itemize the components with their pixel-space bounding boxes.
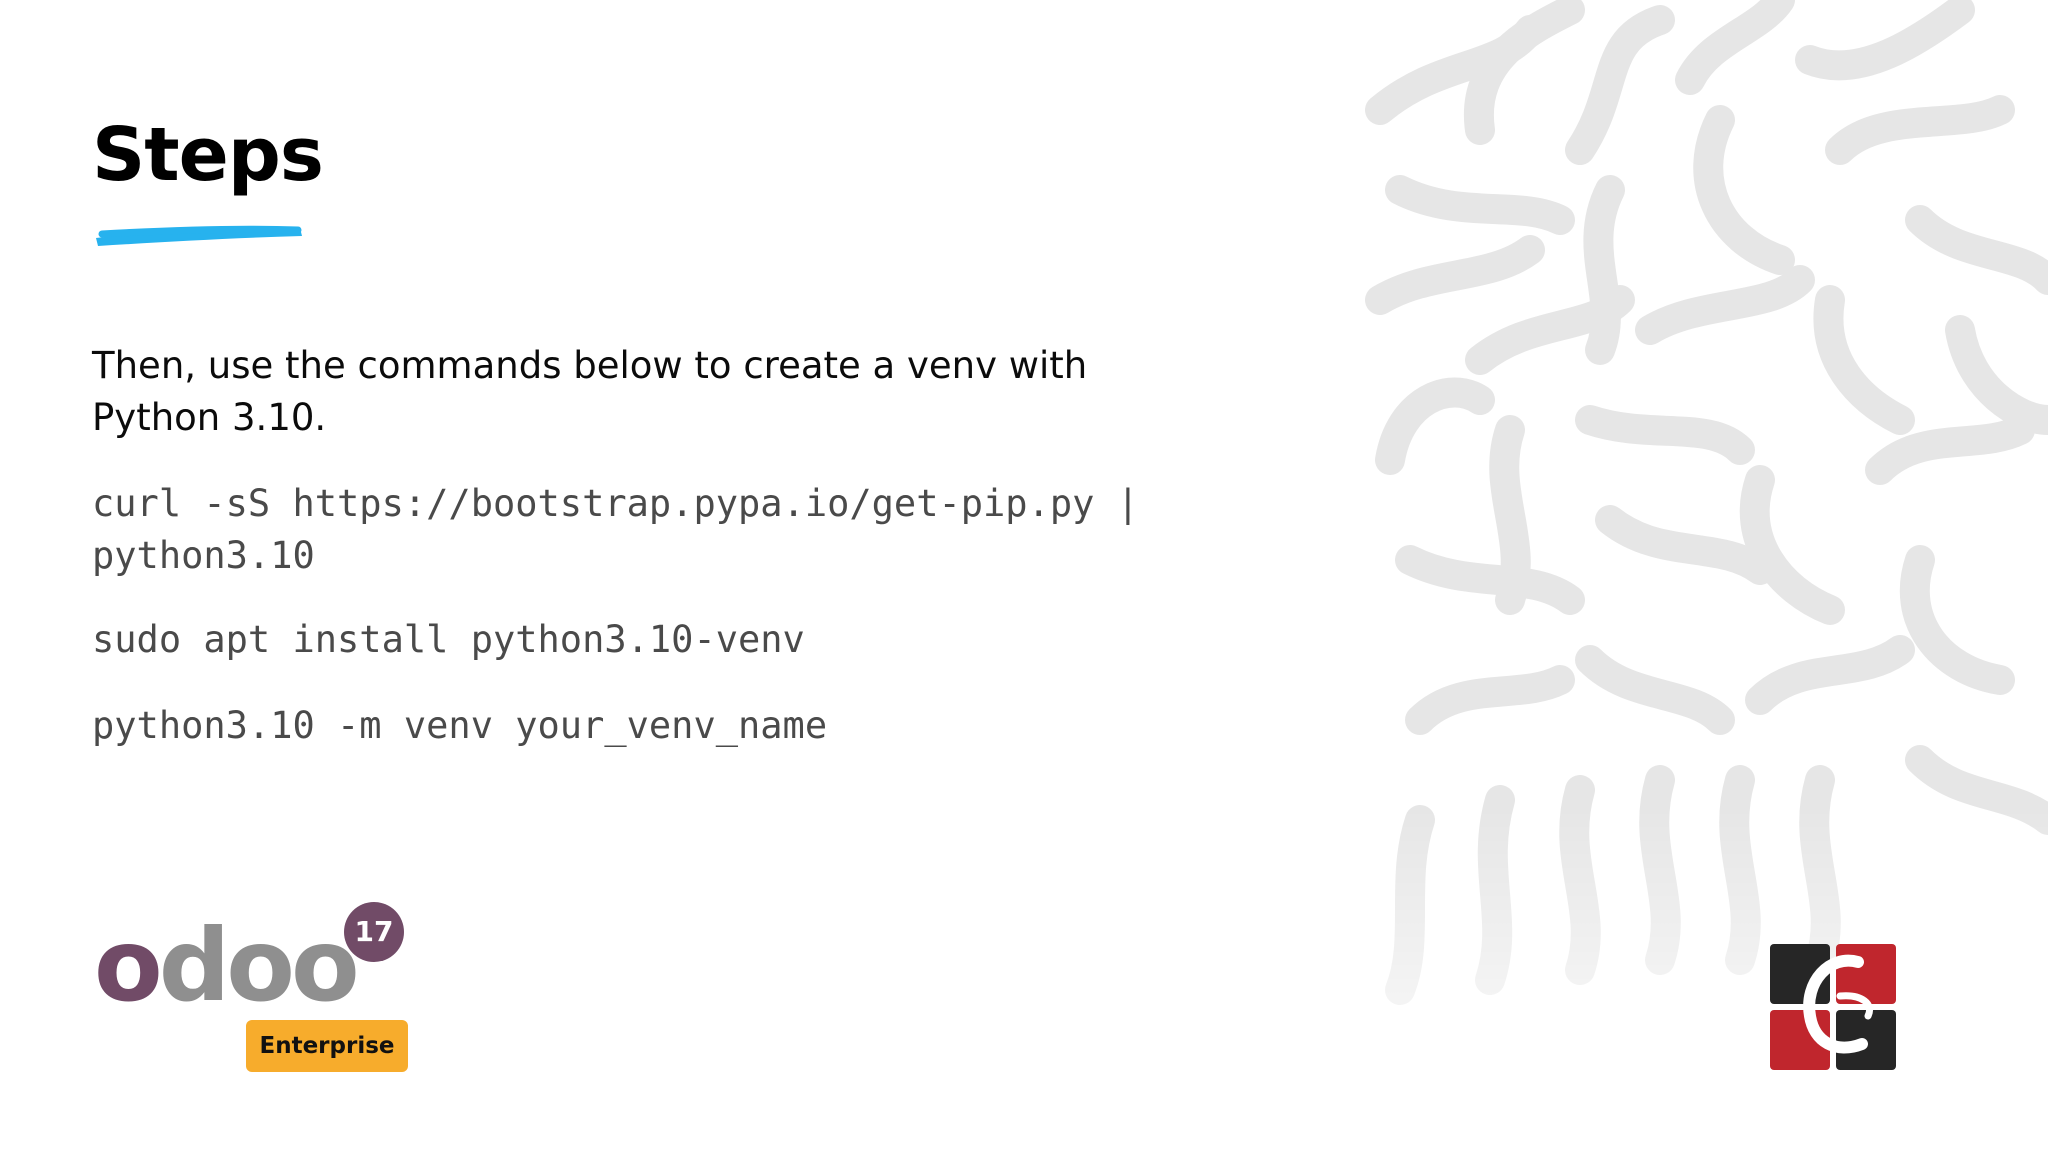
odoo-wordmark: odoo <box>94 916 360 1016</box>
enterprise-badge: Enterprise <box>246 1020 408 1072</box>
odoo-wordmark-text: odoo <box>94 907 360 1024</box>
command-line: python3.10 -m venv your_venv_name <box>92 704 828 747</box>
command-line: curl -sS https://bootstrap.pypa.io/get-p… <box>92 482 1162 577</box>
command-line: sudo apt install python3.10-venv <box>92 618 805 661</box>
odoo-logo: odoo 17 Enterprise <box>92 898 422 1078</box>
version-badge: 17 <box>344 902 404 962</box>
brush-underline-icon <box>96 225 302 246</box>
page-title: Steps <box>92 112 324 198</box>
intro-text: Then, use the commands below to create a… <box>92 344 1088 439</box>
brand-logo-icon <box>1770 944 1896 1070</box>
squiggle-pattern-icon <box>1365 0 2048 1005</box>
slide: Steps Then, use the commands below to cr… <box>0 0 2048 1152</box>
